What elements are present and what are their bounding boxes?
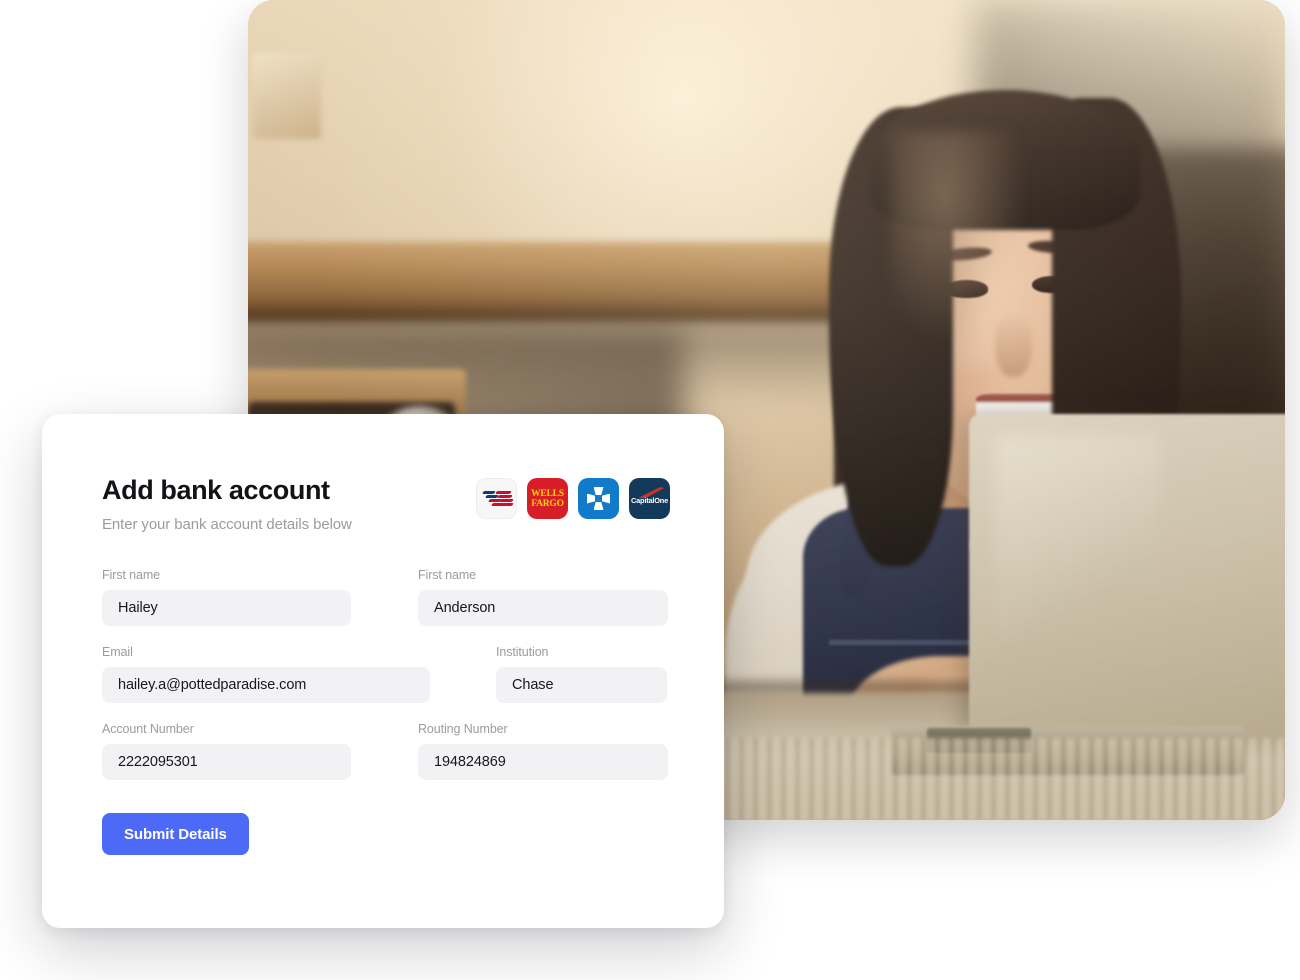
subject-apron-seam: [828, 639, 985, 646]
first-name-label: First name: [102, 568, 161, 582]
last-name-input[interactable]: [418, 590, 668, 626]
bank-of-america-icon[interactable]: [476, 478, 517, 519]
wells-fargo-icon[interactable]: WELLS FARGO: [527, 478, 568, 519]
wells-fargo-wordmark: WELLS FARGO: [531, 488, 564, 509]
capital-one-wordmark: CapitalOne: [630, 496, 668, 505]
chase-icon[interactable]: [578, 478, 619, 519]
form-column-gap: [351, 568, 418, 626]
supported-banks-list: WELLS FARGO CapitalOne: [476, 478, 670, 519]
capital-one-icon[interactable]: CapitalOne: [629, 478, 670, 519]
institution-field-group: Institution: [496, 645, 667, 703]
last-name-field-group: First name: [418, 568, 668, 626]
boa-flag-mark: [482, 491, 514, 508]
last-name-label: First name: [418, 568, 477, 582]
first-name-input[interactable]: [102, 590, 351, 626]
account-number-input[interactable]: [102, 744, 351, 780]
subject-hair-highlight: [890, 131, 1026, 345]
routing-number-input[interactable]: [418, 744, 668, 780]
email-input[interactable]: [102, 667, 430, 703]
submit-details-button[interactable]: Submit Details: [102, 813, 249, 855]
photo-laptop-highlight: [994, 434, 1161, 648]
email-label: Email: [102, 645, 133, 659]
email-field-group: Email: [102, 645, 430, 703]
photo-counter-front-panel: [642, 738, 1285, 820]
bank-account-form: First name First name Email Institution: [102, 568, 724, 855]
form-row-email-institution: Email Institution: [102, 645, 724, 703]
routing-number-field-group: Routing Number: [418, 722, 668, 780]
form-column-gap: [430, 645, 496, 703]
chase-octagon-mark: [587, 487, 610, 510]
composition-stage: Add bank account Enter your bank account…: [0, 0, 1300, 980]
card-header: Add bank account Enter your bank account…: [102, 475, 724, 533]
page-title: Add bank account: [102, 475, 330, 505]
card-header-text: Add bank account Enter your bank account…: [102, 475, 432, 533]
account-number-label: Account Number: [102, 722, 194, 736]
form-column-gap: [351, 722, 418, 780]
account-number-field-group: Account Number: [102, 722, 351, 780]
institution-input[interactable]: [496, 667, 667, 703]
page-subtitle: Enter your bank account details below: [102, 515, 352, 533]
routing-number-label: Routing Number: [418, 722, 508, 736]
form-row-account-routing: Account Number Routing Number: [102, 722, 724, 780]
add-bank-account-card: Add bank account Enter your bank account…: [42, 414, 724, 928]
institution-label: Institution: [496, 645, 549, 659]
first-name-field-group: First name: [102, 568, 351, 626]
form-row-name: First name First name: [102, 568, 724, 626]
